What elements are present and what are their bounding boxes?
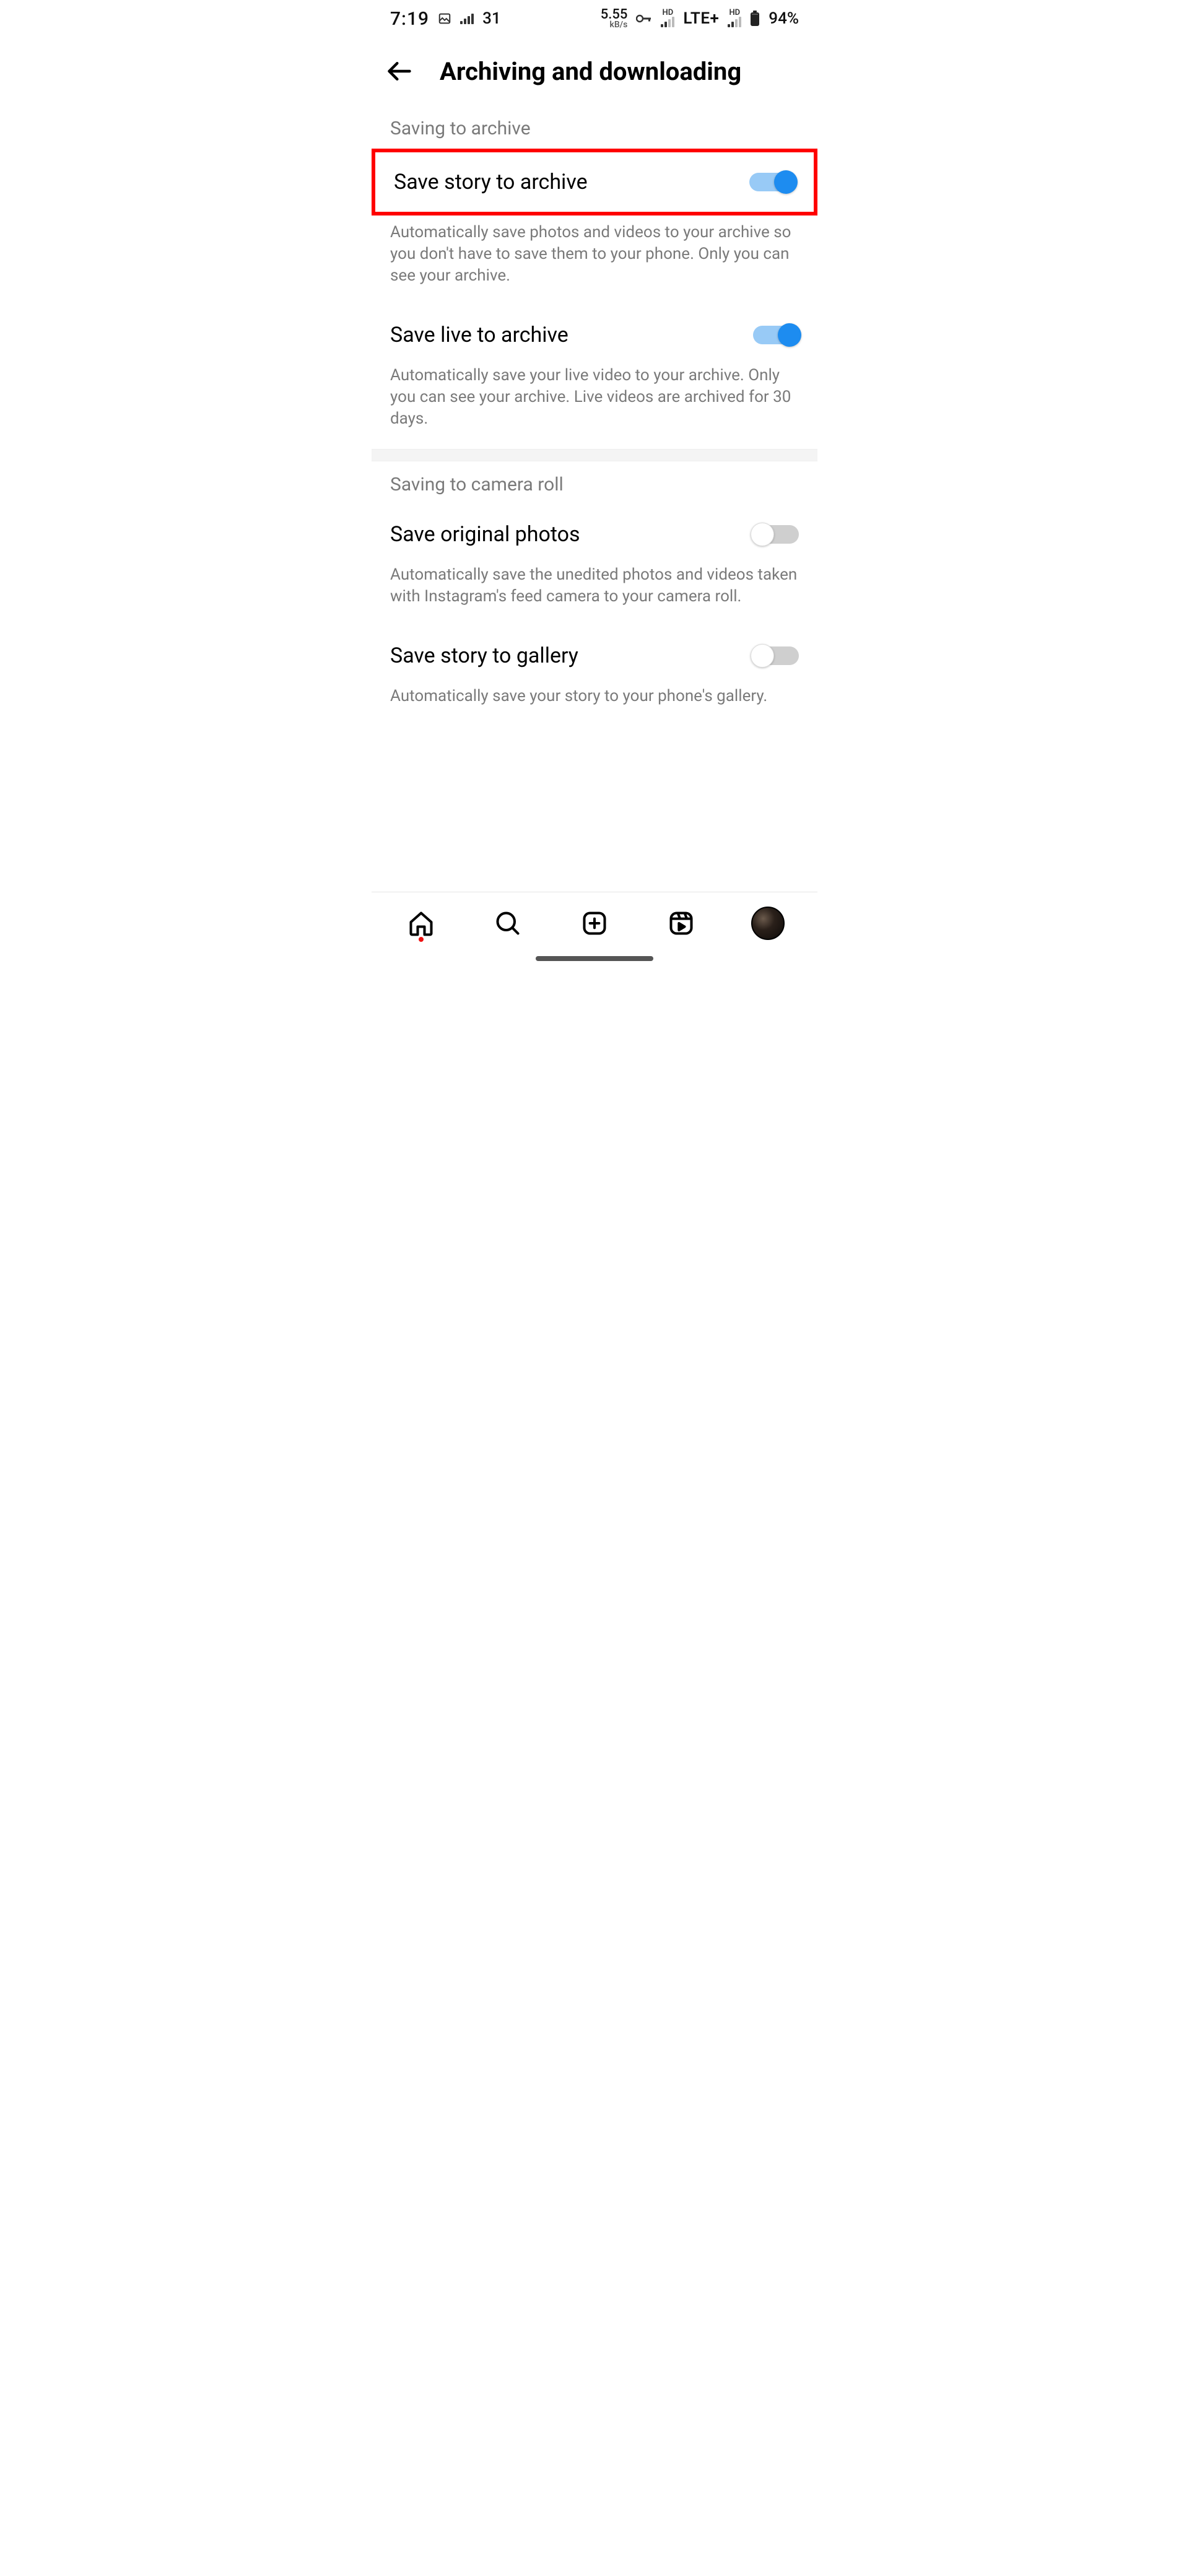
status-temp: 31 — [482, 9, 501, 28]
back-button[interactable] — [384, 56, 415, 87]
setting-title: Save story to archive — [394, 170, 588, 194]
search-icon — [494, 910, 521, 937]
sim2-signal: HD — [728, 10, 741, 27]
status-bar: 7:19 31 5.55 kB/s — [372, 0, 817, 37]
toggle-save-story-gallery[interactable] — [753, 646, 799, 665]
nav-home[interactable] — [404, 906, 438, 941]
section-label-archive: Saving to archive — [372, 105, 817, 149]
nav-reels[interactable] — [664, 906, 699, 941]
setting-desc: Automatically save your live video to yo… — [372, 365, 817, 448]
vpn-key-icon — [636, 14, 652, 24]
network-rate: 5.55 kB/s — [601, 9, 628, 28]
page-title: Archiving and downloading — [433, 57, 805, 86]
gesture-bar — [536, 956, 653, 961]
battery-icon — [750, 11, 760, 27]
setting-save-story-archive[interactable]: Save story to archive — [375, 152, 814, 212]
toggle-save-original-photos[interactable] — [753, 525, 799, 544]
nav-create[interactable] — [577, 906, 612, 941]
setting-title: Save live to archive — [390, 323, 568, 347]
setting-save-live-archive[interactable]: Save live to archive — [372, 305, 817, 365]
battery-percent: 94% — [769, 9, 799, 28]
setting-title: Save original photos — [390, 522, 580, 547]
setting-desc: Automatically save your story to your ph… — [372, 685, 817, 726]
toggle-save-live-archive[interactable] — [753, 326, 799, 344]
reels-icon — [668, 910, 695, 937]
image-icon — [438, 12, 451, 25]
toggle-save-story-archive[interactable] — [749, 173, 795, 191]
setting-save-original-photos[interactable]: Save original photos — [372, 505, 817, 564]
section-label-camera-roll: Saving to camera roll — [372, 461, 817, 505]
network-rate-unit: kB/s — [610, 21, 628, 29]
profile-avatar-icon — [751, 907, 785, 940]
page-header: Archiving and downloading — [372, 37, 817, 105]
home-icon — [407, 910, 435, 937]
network-type: LTE+ — [683, 9, 719, 28]
nav-search[interactable] — [490, 906, 525, 941]
signal-icon — [460, 13, 474, 24]
plus-square-icon — [581, 910, 608, 937]
highlight-save-story-archive: Save story to archive — [372, 149, 817, 215]
bottom-nav — [372, 892, 817, 947]
status-time: 7:19 — [390, 8, 429, 30]
network-rate-value: 5.55 — [601, 9, 628, 21]
setting-save-story-gallery[interactable]: Save story to gallery — [372, 626, 817, 685]
arrow-left-icon — [386, 58, 413, 85]
setting-desc: Automatically save photos and videos to … — [372, 222, 817, 305]
setting-desc: Automatically save the unedited photos a… — [372, 564, 817, 626]
section-divider — [372, 449, 817, 461]
sim1-signal: HD — [661, 10, 674, 27]
notification-dot-icon — [419, 937, 424, 942]
setting-title: Save story to gallery — [390, 643, 578, 668]
nav-profile[interactable] — [751, 906, 785, 941]
